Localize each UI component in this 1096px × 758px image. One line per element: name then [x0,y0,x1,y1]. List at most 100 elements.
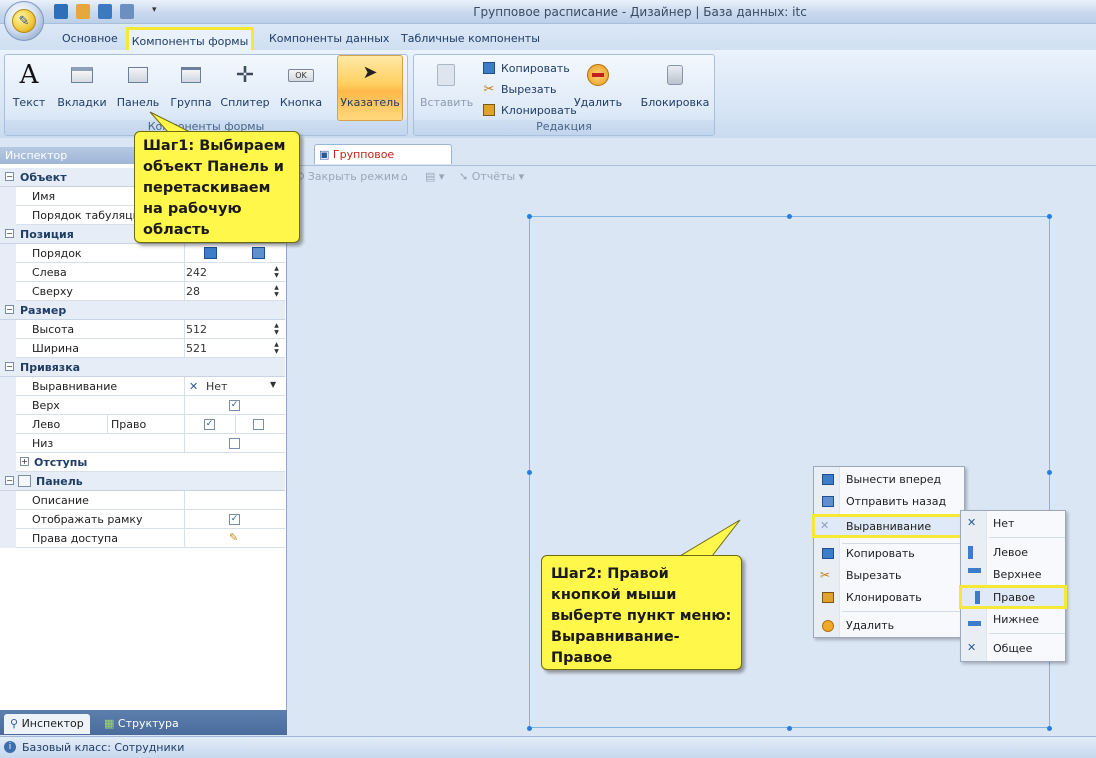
prop-row[interactable]: Низ [0,434,285,453]
prop-row[interactable]: Сверху 28 ▲ ▼ [0,282,285,301]
menu-item-label: Вырезать [846,569,902,582]
delete-button[interactable]: Удалить [572,58,624,109]
spinner-icon[interactable]: ▲ ▼ [272,322,281,336]
copy-icon [820,546,836,562]
resize-handle[interactable] [787,214,792,219]
text-button[interactable]: A Текст [3,58,55,109]
menu-item-label: Удалить [846,619,895,632]
category-panel[interactable]: − Панель [0,472,285,491]
splitter-button[interactable]: ✛ Сплитер [219,58,271,110]
tab-inspector[interactable]: ⚲ Инспектор [4,714,90,734]
collapse-icon[interactable]: − [5,172,14,181]
menu-item-delete[interactable]: Удалить [814,615,964,637]
prop-row[interactable]: Порядок [0,244,285,263]
step2-callout: Шаг2: Правой кнопкой мыши выберте пункт … [541,555,742,670]
paste-icon [420,58,472,92]
send-back-icon [820,494,836,510]
checkbox-checked[interactable]: ✓ [204,419,215,430]
pointer-button-label: Указатель [340,96,400,109]
menu-item-bring-front[interactable]: Вынести вперед [814,469,964,491]
align-item-bottom[interactable]: Нижнее [961,609,1065,631]
prop-row[interactable]: Верх ✓ [0,396,285,415]
prop-row[interactable]: Слева 242 ▲ ▼ [0,263,285,282]
pointer-button[interactable]: ➤ Указатель [337,55,403,121]
resize-handle[interactable] [1047,214,1052,219]
resize-handle[interactable] [787,726,792,731]
prop-row[interactable]: Права доступа ✎ [0,529,285,548]
prop-row[interactable]: Высота 512 ▲ ▼ [0,320,285,339]
prop-row[interactable]: Ширина 521 ▲ ▼ [0,339,285,358]
prop-row[interactable]: Выравнивание ✕ Нет ▼ [0,377,285,396]
dropdown-arrow-icon[interactable]: ▼ [270,380,276,389]
tab-data-components[interactable]: Компоненты данных [269,32,389,45]
tabs-button[interactable]: Вкладки [56,58,108,109]
prop-row[interactable]: Отображать рамку ✓ [0,510,285,529]
lock-button[interactable]: Блокировка [640,58,710,109]
app-menu-button[interactable]: ✎ [4,1,44,41]
checkbox-checked[interactable]: ✓ [229,514,240,525]
collapse-icon[interactable]: − [5,305,14,314]
collapse-icon[interactable]: − [5,476,14,485]
align-item-top[interactable]: Верхнее [961,564,1065,586]
expand-icon[interactable]: + [20,457,29,466]
collapse-icon[interactable]: − [5,229,14,238]
tab-main[interactable]: Основное [62,32,118,45]
prop-value[interactable]: 521 [186,342,207,355]
spinner-icon[interactable]: ▲ ▼ [272,284,281,298]
tabs-button-label: Вкладки [57,96,107,109]
checkbox-checked[interactable]: ✓ [229,400,240,411]
prop-row[interactable]: Лево Право ✓ [0,415,285,434]
prop-row[interactable]: Описание [0,491,285,510]
panel-button[interactable]: Панель [112,58,164,109]
prop-name: Описание [32,494,89,507]
menu-item-alignment[interactable]: ✕ Выравнивание [812,514,964,538]
align-item-right[interactable]: Правое [959,585,1067,609]
align-item-fill[interactable]: ✕ Общее [961,638,1065,660]
group-button[interactable]: Группа [165,58,217,109]
reports-button[interactable]: ➘ Отчёты ▾ [459,170,524,183]
category-label: Привязка [20,361,81,374]
cut-button[interactable]: ✂ Вырезать [481,79,557,99]
prop-value[interactable]: Нет [206,380,227,393]
resize-handle[interactable] [1047,470,1052,475]
checkbox-unchecked[interactable] [229,438,240,449]
menu-item-label: Копировать [846,547,915,560]
print-preview-icon[interactable]: ▤ ▾ [425,170,444,183]
bring-front-icon[interactable] [204,247,217,259]
menu-item-send-back[interactable]: Отправить назад [814,491,964,513]
prop-value[interactable]: 512 [186,323,207,336]
group-label: Редакция [414,120,714,135]
prop-value[interactable]: 242 [186,266,207,279]
paste-button[interactable]: Вставить [420,58,473,109]
close-mode-button[interactable]: ⟲ Закрыть режим [295,170,399,183]
menu-item-clone[interactable]: Клонировать [814,587,964,609]
group-button-label: Группа [170,96,212,109]
prop-value[interactable]: 28 [186,285,200,298]
resize-handle[interactable] [1047,726,1052,731]
copy-button[interactable]: Копировать [481,58,570,78]
button-button[interactable]: OK Кнопка [275,58,327,109]
resize-handle[interactable] [527,214,532,219]
resize-handle[interactable] [527,726,532,731]
tab-table-components[interactable]: Табличные компоненты [401,32,540,45]
tab-structure[interactable]: ▦ Структура [98,714,185,734]
info-icon: i [4,741,16,753]
send-back-icon[interactable] [252,247,265,259]
spinner-icon[interactable]: ▲ ▼ [272,265,281,279]
edit-pencil-icon[interactable]: ✎ [229,531,238,544]
home-icon[interactable]: ⌂ [401,170,408,183]
resize-handle[interactable] [527,470,532,475]
menu-item-copy[interactable]: Копировать [814,543,964,565]
prop-name: Высота [32,323,75,336]
collapse-icon[interactable]: − [5,362,14,371]
checkbox-unchecked[interactable] [253,419,264,430]
prop-row[interactable]: + Отступы [0,453,285,472]
spinner-icon[interactable]: ▲ ▼ [272,341,281,355]
align-item-none[interactable]: ✕ Нет [961,513,1065,535]
category-anchor[interactable]: − Привязка [0,358,285,377]
menu-item-cut[interactable]: ✂ Вырезать [814,565,964,587]
category-size[interactable]: − Размер [0,301,285,320]
document-tab[interactable]: ▣ Групповое расписание [314,144,452,174]
align-item-left[interactable]: Левое [961,542,1065,564]
clone-button[interactable]: Клонировать [481,100,577,120]
